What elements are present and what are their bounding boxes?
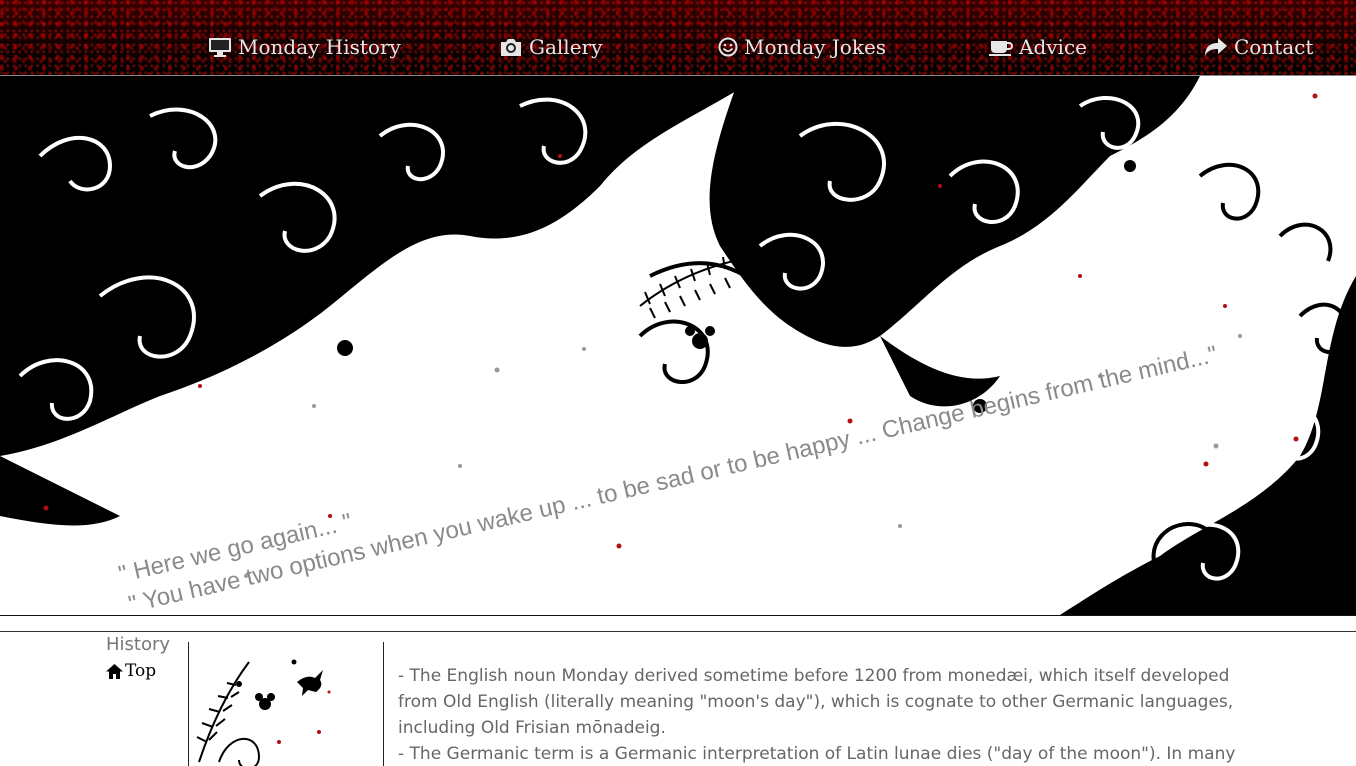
nav-monday-jokes[interactable]: Monday Jokes bbox=[718, 34, 886, 60]
nav-gallery[interactable]: Gallery bbox=[499, 34, 602, 60]
history-paragraph: - The Germanic term is a Germanic interp… bbox=[398, 744, 1236, 764]
hero-banner: " Here we go again... " " You have two o… bbox=[0, 76, 1356, 616]
history-paragraph: - The English noun Monday derived someti… bbox=[398, 666, 1234, 738]
nav-gallery-label: Gallery bbox=[529, 35, 603, 59]
nav-advice-label: Advice bbox=[1019, 35, 1087, 59]
nav-monday-jokes-label: Monday Jokes bbox=[744, 35, 887, 59]
nav-contact-label: Contact bbox=[1234, 35, 1314, 59]
nav-advice[interactable]: Advice bbox=[989, 34, 1087, 60]
bird-floral-illustration bbox=[196, 659, 331, 766]
back-to-top-link[interactable]: Top bbox=[106, 661, 156, 681]
smiley-icon bbox=[718, 37, 738, 57]
back-to-top-label: Top bbox=[125, 661, 157, 681]
nav-contact[interactable]: Contact bbox=[1204, 34, 1313, 60]
home-icon bbox=[106, 663, 123, 679]
nav-monday-history[interactable]: Monday History bbox=[208, 34, 401, 60]
coffee-cup-icon bbox=[989, 41, 1013, 56]
desktop-icon bbox=[209, 38, 231, 57]
section-divider bbox=[0, 631, 1356, 632]
section-label: History bbox=[106, 634, 171, 655]
history-content: - The English noun Monday derived someti… bbox=[398, 663, 1248, 766]
top-navigation-bar: Monday History Gallery Monday Jokes Advi… bbox=[0, 0, 1356, 76]
camera-icon bbox=[501, 39, 521, 56]
floral-swirl-illustration bbox=[0, 76, 1356, 615]
share-arrow-icon bbox=[1205, 38, 1227, 56]
nav-monday-history-label: Monday History bbox=[238, 35, 401, 59]
history-thumbnail-image bbox=[188, 642, 384, 766]
